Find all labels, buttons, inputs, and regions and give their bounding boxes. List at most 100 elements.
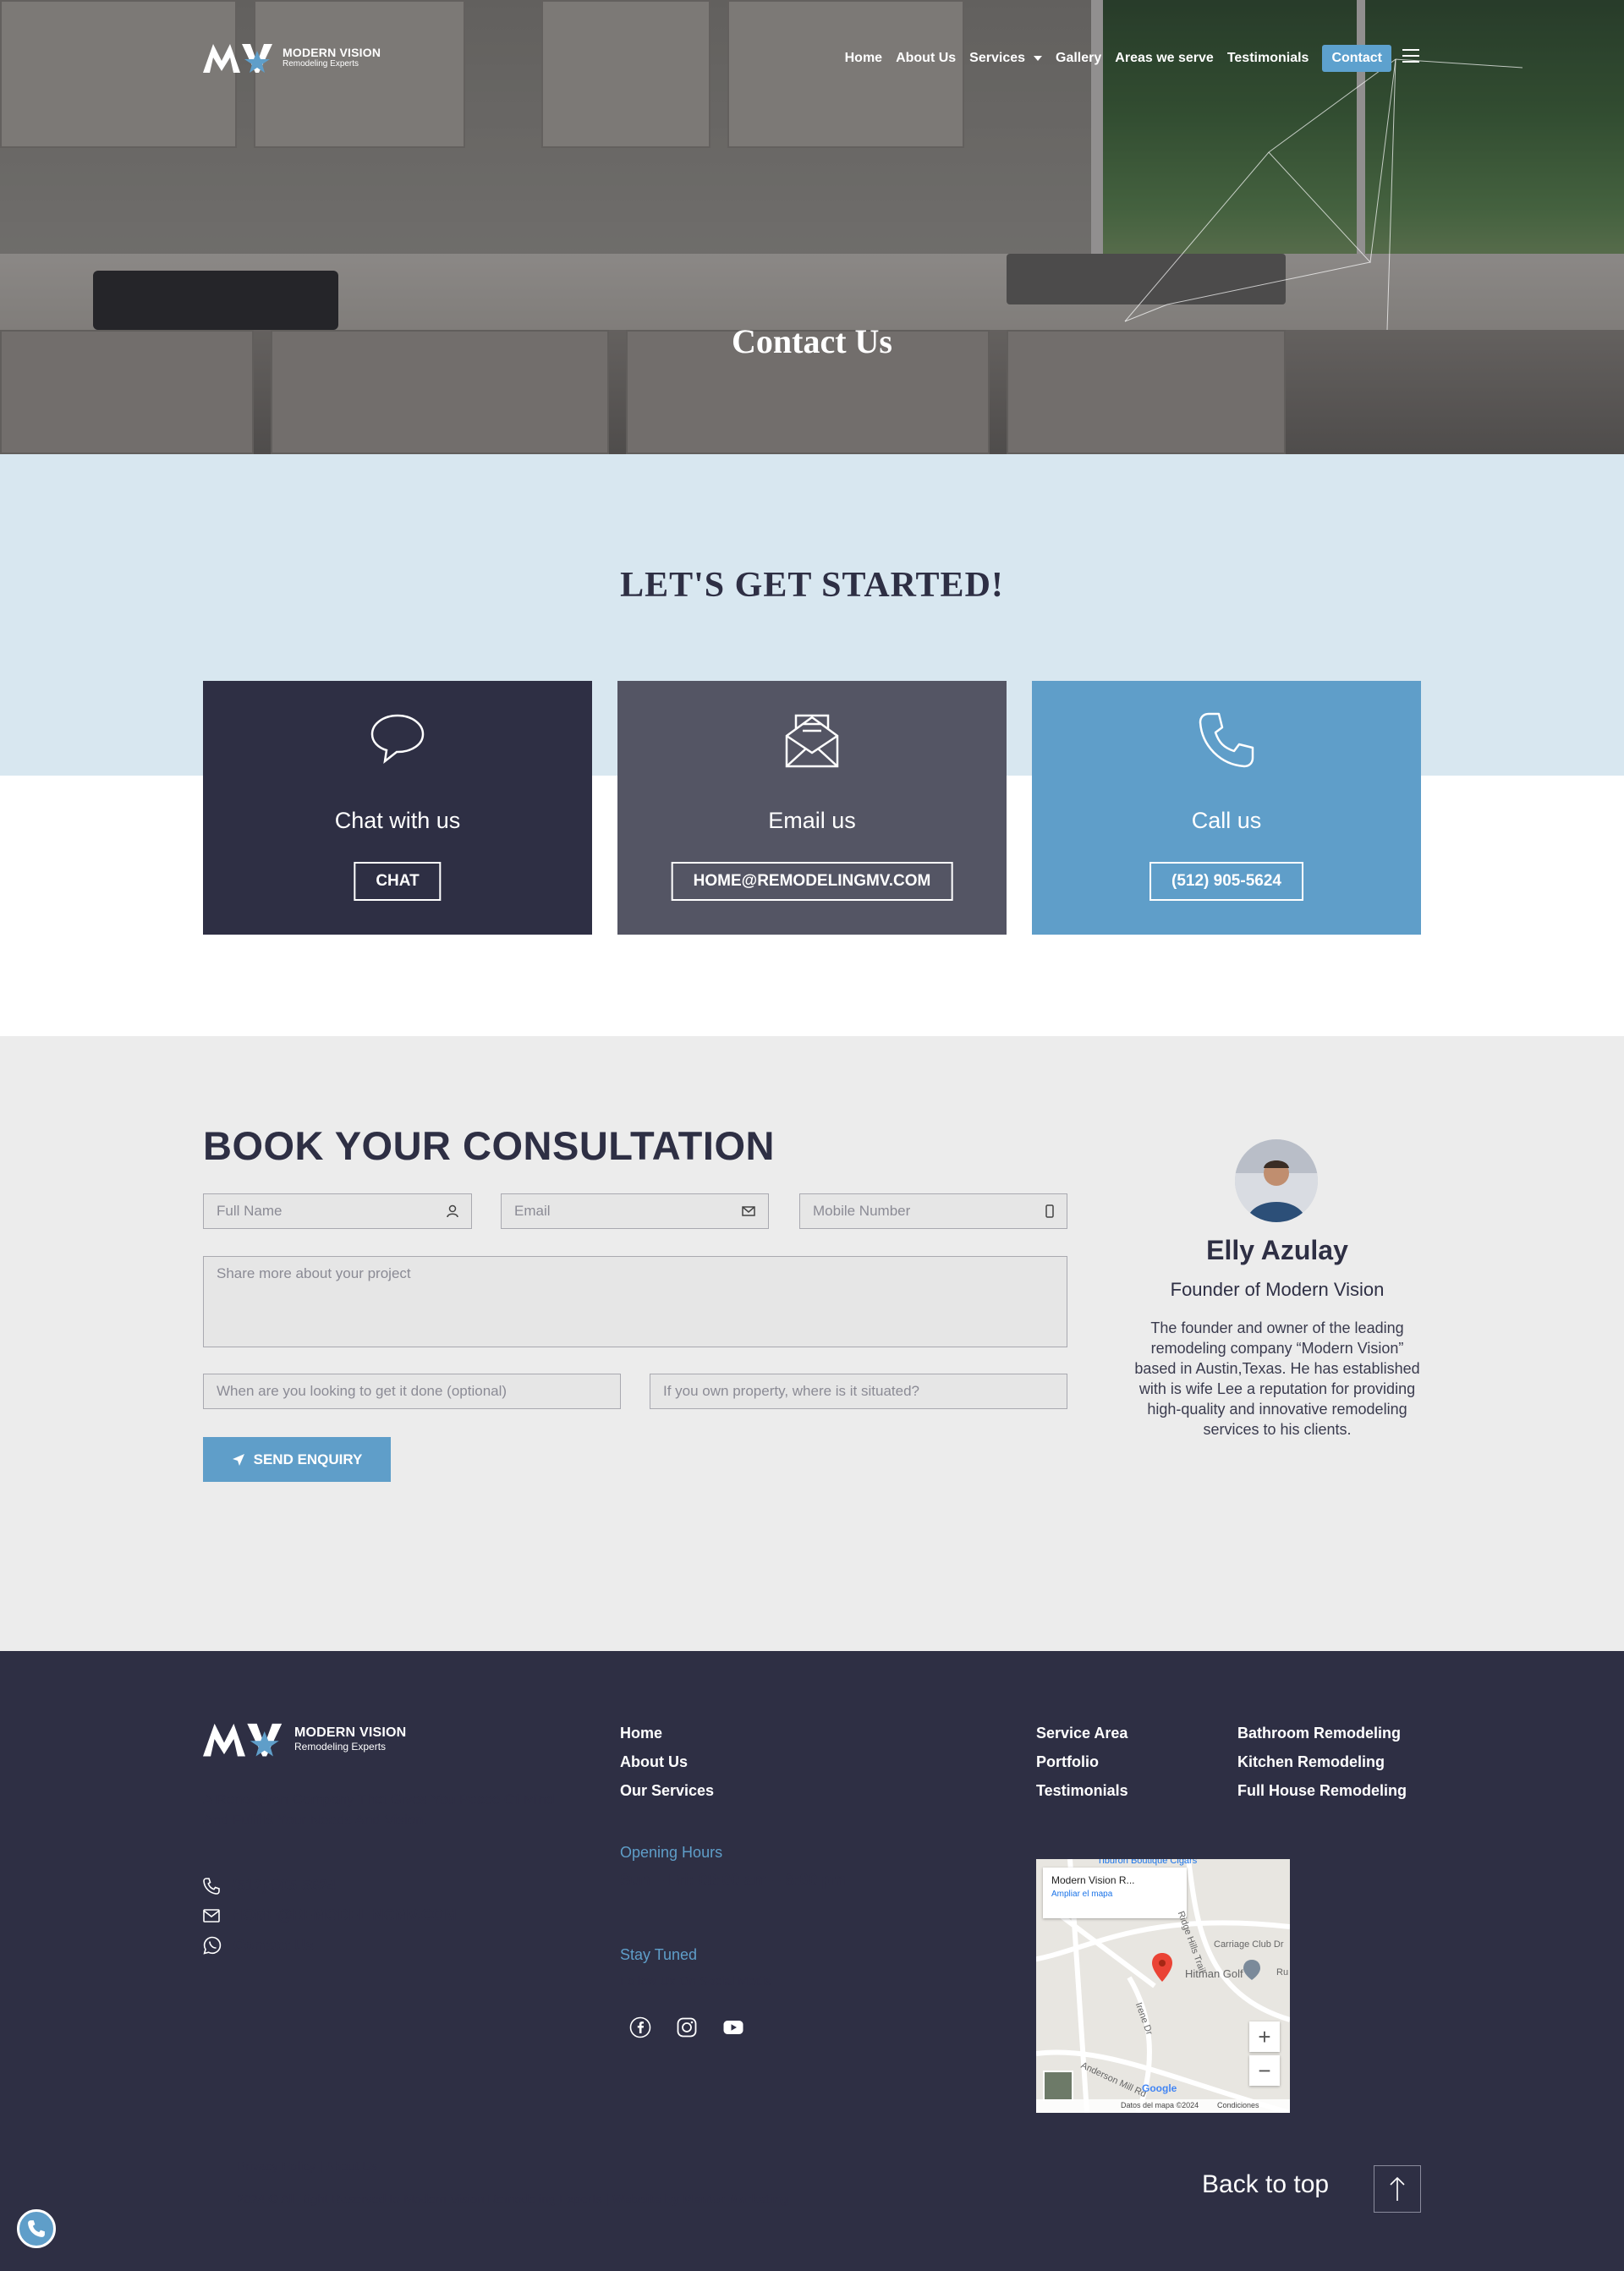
full-name-input[interactable]: Full Name [203,1193,472,1229]
chat-button[interactable]: CHAT [354,862,442,901]
footer-link-about[interactable]: About Us [620,1753,688,1771]
email-card: Email us HOME@REMODELINGMV.COM [617,681,1007,935]
map-attribution: Datos del mapa ©2024 [1121,2101,1199,2109]
full-name-placeholder: Full Name [217,1203,283,1219]
map-label: Tiburon Boutique Cigars [1097,1859,1198,1866]
location-input[interactable]: If you own property, where is it situate… [650,1374,1067,1409]
chat-bubble-icon [370,714,425,764]
call-button[interactable]: (512) 905-5624 [1149,862,1303,901]
main-nav: Home About Us Services Gallery Areas we … [845,45,1391,72]
footer-link-services[interactable]: Our Services [620,1782,714,1800]
nav-about[interactable]: About Us [896,51,956,66]
footer-logo[interactable]: MODERN VISION Remodeling Experts [203,1721,406,1757]
logo-name: MODERN VISION [294,1725,407,1740]
legal-links[interactable]: Privacy Policy | About Us [237,2159,377,2174]
project-placeholder: Share more about your project [217,1265,411,1281]
map-info-card[interactable]: Modern Vision R... Ampliar el mapa [1043,1868,1187,1918]
arrow-up-icon [1390,2176,1405,2201]
map-enlarge-link[interactable]: Ampliar el mapa [1051,1890,1178,1899]
opening-hours: Sun – Fri: 08:00 am – 8:00 pm [620,1872,847,1890]
credit-link[interactable]: Website by Mentor Marketing [612,2192,788,2207]
footer-email[interactable]: HOME@REMODELINGMV.COM [203,1906,457,1924]
card-title: Email us [768,808,856,833]
decorative-lines [1124,58,1523,331]
footer-phone[interactable]: (512) 905-5624 [203,1877,336,1895]
footer-tagline: A Renovation Company That Gives You Peac… [203,1791,555,1828]
logo-subtitle: Remodeling Experts [294,1741,387,1753]
map-label: Ru [1276,1967,1289,1978]
copyright: 2024 © All Right Reserved to Modern Visi… [237,2192,788,2207]
founder-role: Founder of Modern Vision [1170,1279,1385,1300]
timeline-placeholder: When are you looking to get it done (opt… [217,1383,508,1399]
floating-call-button[interactable] [17,2209,56,2248]
nav-services-label[interactable]: Services [969,51,1025,66]
instagram-icon[interactable] [676,2016,698,2038]
map-terms-link[interactable]: Condiciones [1217,2101,1259,2109]
phone-icon [1199,712,1254,768]
footer-link-service-area[interactable]: Service Area [1036,1725,1127,1742]
footer-link-full-house[interactable]: Full House Remodeling [1237,1782,1407,1800]
footer-link-portfolio[interactable]: Portfolio [1036,1753,1099,1771]
mobile-placeholder: Mobile Number [813,1203,911,1219]
section-title: LET'S GET STARTED! [620,566,1004,605]
location-placeholder: If you own property, where is it situate… [663,1383,920,1399]
site-logo[interactable]: MODERN VISION Remodeling Experts [203,42,381,73]
map-place-name: Modern Vision R... [1051,1874,1135,1886]
back-to-top-button[interactable] [1374,2165,1421,2213]
logo-mark-icon [203,1723,283,1757]
youtube-icon[interactable] [722,2016,744,2038]
map-zoom-out-button[interactable]: − [1249,2055,1280,2086]
mobile-input[interactable]: Mobile Number [799,1193,1067,1229]
phone-icon [203,1877,220,1895]
facebook-icon[interactable] [629,2016,651,2038]
mail-icon [203,1908,220,1923]
nav-gallery[interactable]: Gallery [1056,51,1101,66]
footer-phone-label: (512) 905-5624 [232,1877,337,1894]
footer-link-testimonials[interactable]: Testimonials [1036,1782,1128,1800]
footer-contact-link[interactable]: Contact Us [203,1936,314,1955]
send-icon [232,1453,244,1466]
golf-pin-icon [1243,1960,1260,1980]
nav-services[interactable]: Services [969,51,1043,66]
logo-text: MODERN VISION Remodeling Experts [294,1725,407,1753]
logo-text: MODERN VISION Remodeling Experts [283,47,381,69]
hero-banner: MODERN VISION Remodeling Experts Home Ab… [0,0,1624,454]
hamburger-menu-icon[interactable] [1402,49,1419,63]
copyright-text: 2024 © All Right Reserved to Modern Visi… [237,2192,613,2207]
whatsapp-icon [203,1936,222,1955]
logo-name: MODERN VISION [283,46,381,59]
map-zoom-in-button[interactable]: + [1249,2021,1280,2052]
card-title: Call us [1191,808,1262,833]
logo-subtitle: Remodeling Experts [283,59,359,69]
nav-contact-button[interactable]: Contact [1322,45,1391,72]
user-icon [447,1204,458,1218]
map-satellite-toggle[interactable] [1043,2071,1073,2101]
avatar [1235,1139,1318,1222]
stay-tuned-heading: Stay Tuned [620,1946,698,1963]
back-to-top-label[interactable]: Back to top [1202,2170,1329,2199]
footer-link-kitchen[interactable]: Kitchen Remodeling [1237,1753,1385,1771]
nav-testimonials[interactable]: Testimonials [1227,51,1309,66]
nav-home[interactable]: Home [845,51,882,66]
founder-bio: The founder and owner of the leading rem… [1134,1319,1420,1438]
send-enquiry-button[interactable]: SEND ENQUIRY [203,1437,391,1482]
footer-link-home[interactable]: Home [620,1725,662,1742]
opening-hours-heading: Opening Hours [620,1844,723,1861]
founder-photo [1235,1139,1318,1222]
map-pin-icon[interactable] [1150,1952,1174,1983]
project-textarea[interactable]: Share more about your project [203,1256,1067,1347]
location-map[interactable]: Tiburon Boutique Cigars Modern Vision R.… [1036,1859,1290,2113]
email-input[interactable]: Email [501,1193,769,1229]
follow-us-text: Follow Us On Social Media [620,1974,773,1988]
consultation-title: BOOK YOUR CONSULTATION [203,1123,775,1168]
footer-link-bathroom[interactable]: Bathroom Remodeling [1237,1725,1401,1742]
timeline-input[interactable]: When are you looking to get it done (opt… [203,1374,621,1409]
email-button[interactable]: HOME@REMODELINGMV.COM [671,862,953,901]
page-title: Contact Us [732,322,892,360]
chevron-down-icon[interactable] [1034,56,1043,61]
founder-name: Elly Azulay [1206,1235,1348,1265]
call-card: Call us (512) 905-5624 [1032,681,1421,935]
envelope-icon [785,714,839,768]
phone-icon [28,2220,45,2237]
nav-areas[interactable]: Areas we serve [1115,51,1214,66]
